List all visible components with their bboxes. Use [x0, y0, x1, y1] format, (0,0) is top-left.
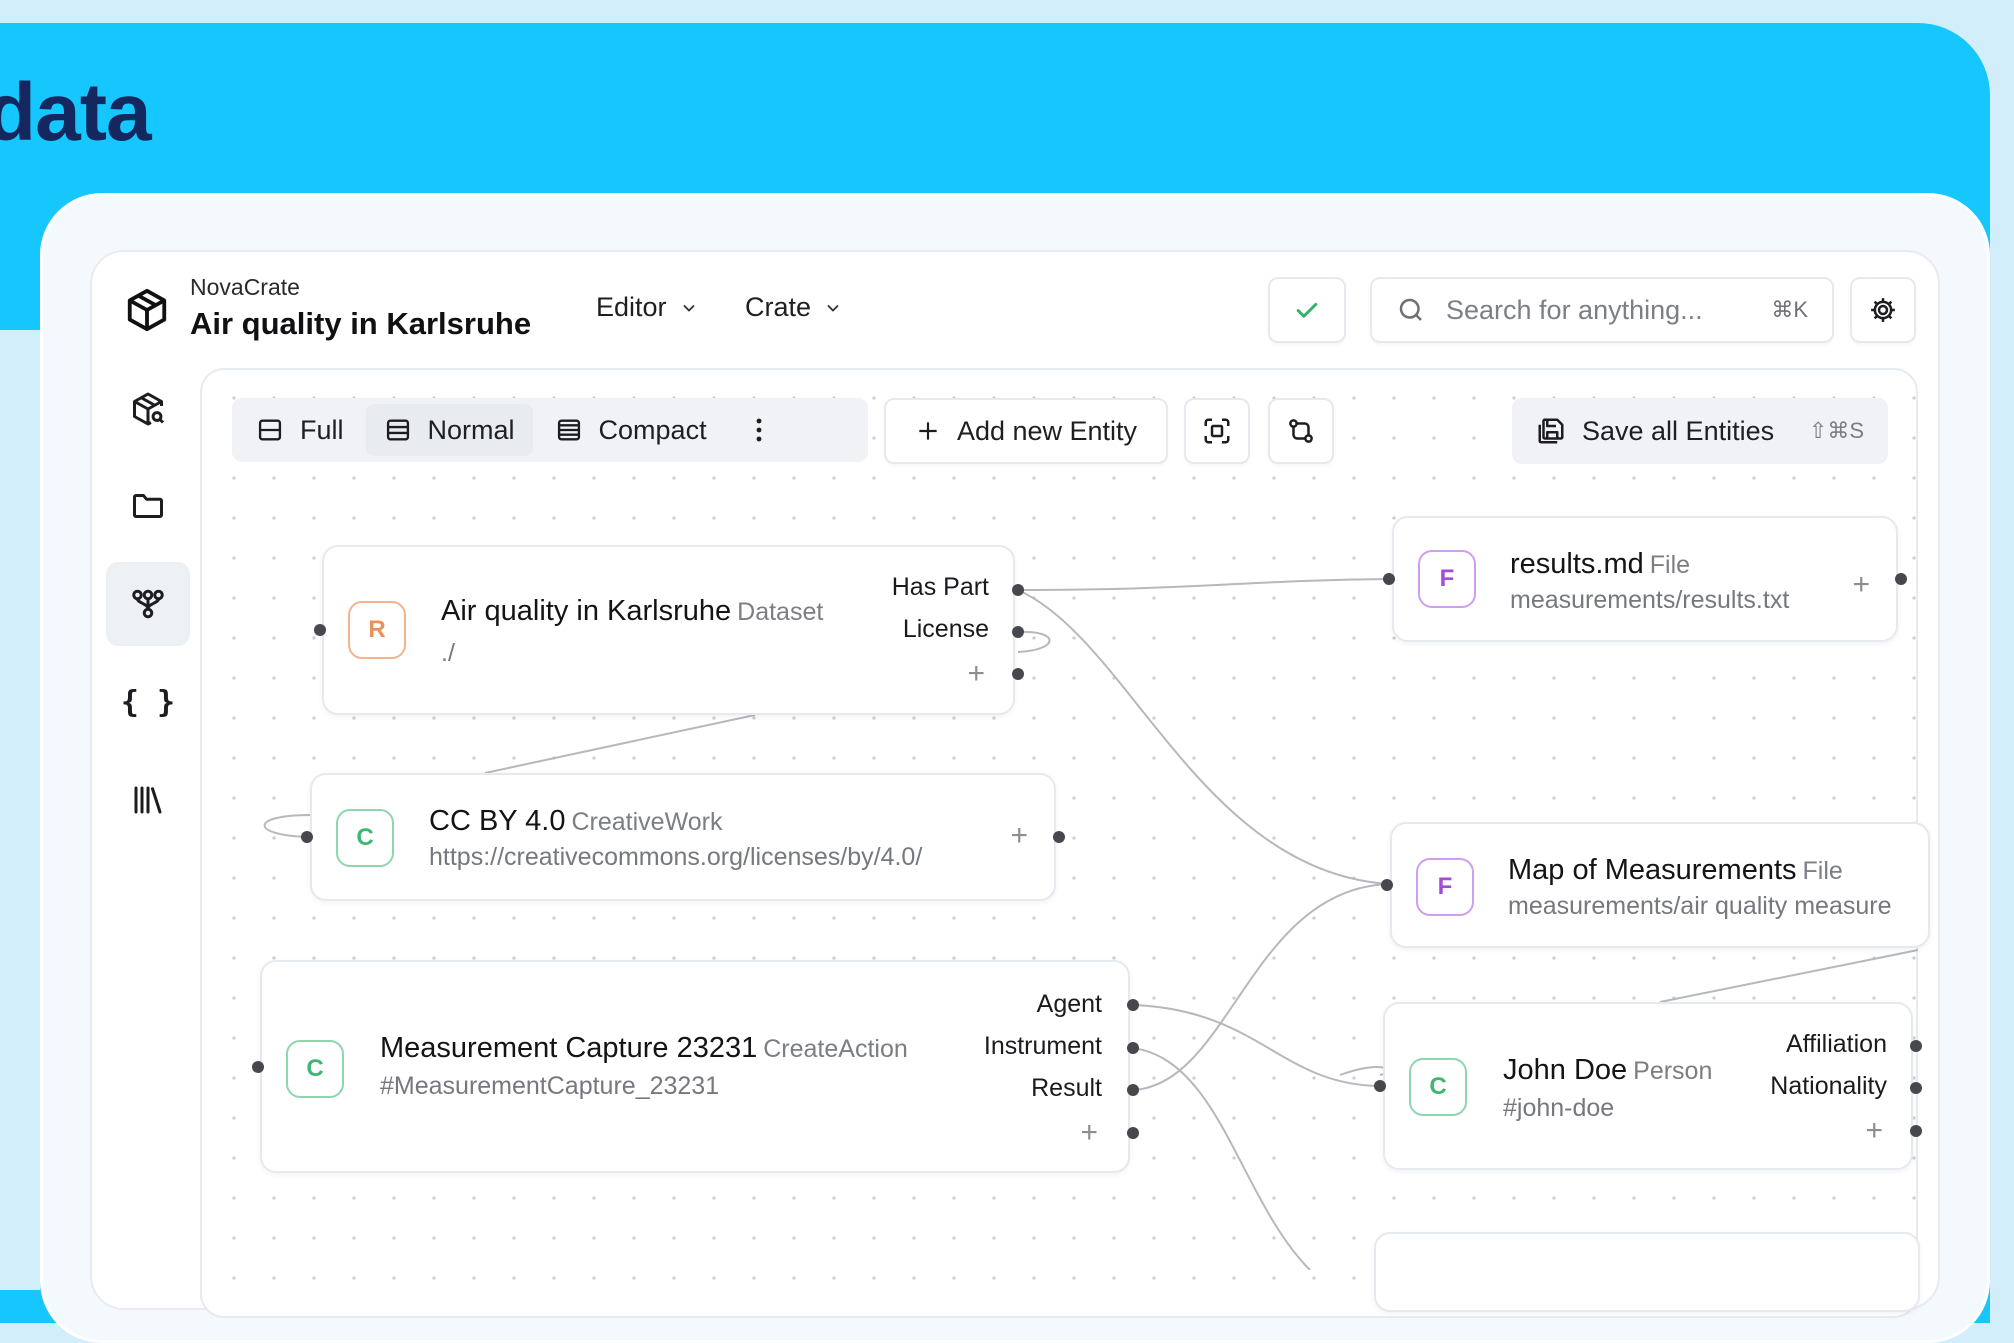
node-handle-in[interactable] [1383, 573, 1395, 585]
entity-type: CreativeWork [571, 808, 723, 836]
property-agent[interactable]: Agent [1037, 990, 1102, 1019]
entity-type: Dataset [737, 598, 824, 626]
entity-title: CC BY 4.0 CreativeWork [429, 805, 722, 838]
node-handle-in[interactable] [301, 831, 313, 843]
entity-name: Measurement Capture 23231 [380, 1032, 758, 1064]
add-property-button[interactable]: + [1010, 821, 1028, 851]
entity-title: Map of Measurements File [1508, 854, 1843, 887]
node-handle-out[interactable] [1910, 1125, 1922, 1137]
entity-id: ./ [441, 639, 455, 667]
node-handle-out[interactable] [1053, 831, 1065, 843]
node-handle-out[interactable] [1012, 626, 1024, 638]
node-handle-out[interactable] [1127, 1084, 1139, 1096]
add-property-button[interactable]: + [1865, 1116, 1883, 1146]
node-handle-out[interactable] [1127, 999, 1139, 1011]
entity-name: Air quality in Karlsruhe [441, 595, 732, 627]
property-has-part[interactable]: Has Part [892, 573, 989, 602]
edge-haspart-map [1017, 589, 1389, 885]
add-property-button[interactable]: + [967, 659, 985, 689]
node-handle-out[interactable] [1012, 668, 1024, 680]
entity-node-license[interactable]: C CC BY 4.0 CreativeWork https://creative… [310, 773, 1056, 901]
entity-type: CreateAction [763, 1035, 908, 1063]
entity-name: Map of Measurements [1508, 854, 1797, 886]
entity-title: results.md File [1510, 548, 1690, 581]
entity-badge: C [336, 809, 394, 867]
entity-name: CC BY 4.0 [429, 805, 566, 837]
property-nationality[interactable]: Nationality [1770, 1072, 1887, 1101]
node-handle-out[interactable] [1012, 584, 1024, 596]
entity-badge: F [1416, 858, 1474, 916]
entity-node-file-results[interactable]: F results.md File measurements/results.tx… [1392, 516, 1898, 642]
edge-result-map [1132, 883, 1389, 1091]
node-handle-in[interactable] [1374, 1080, 1386, 1092]
entity-badge: F [1418, 550, 1476, 608]
entity-id: measurements/air quality measure [1508, 892, 1892, 920]
entity-id: #john-doe [1503, 1094, 1615, 1122]
entity-name: results.md [1510, 548, 1644, 580]
entity-node-dataset[interactable]: R Air quality in Karlsruhe Dataset ./ Has… [322, 545, 1015, 715]
property-instrument[interactable]: Instrument [984, 1032, 1102, 1061]
property-affiliation[interactable]: Affiliation [1786, 1030, 1887, 1059]
entity-id: measurements/results.txt [1510, 586, 1790, 614]
node-handle-out[interactable] [1895, 573, 1907, 585]
entity-type: File [1802, 857, 1843, 885]
property-license[interactable]: License [903, 615, 989, 644]
entity-badge: C [286, 1040, 344, 1098]
node-handle-in[interactable] [1381, 879, 1393, 891]
entity-node-partial[interactable] [1374, 1232, 1920, 1312]
edge-haspart-results [1017, 578, 1391, 591]
node-handle-out[interactable] [1127, 1127, 1139, 1139]
property-result[interactable]: Result [1031, 1074, 1102, 1103]
entity-title: Air quality in Karlsruhe Dataset [441, 595, 823, 628]
entity-name: John Doe [1503, 1054, 1628, 1086]
node-handle-out[interactable] [1910, 1040, 1922, 1052]
entity-node-person[interactable]: C John Doe Person #john-doe Affiliation N… [1383, 1002, 1913, 1170]
edge-person-affiliation [1339, 1066, 1389, 1076]
entity-badge: R [348, 601, 406, 659]
entity-node-file-map[interactable]: F Map of Measurements File measurements/a… [1390, 822, 1930, 948]
node-handle-out[interactable] [1127, 1042, 1139, 1054]
entity-id: #MeasurementCapture_23231 [380, 1072, 720, 1100]
entity-title: John Doe Person [1503, 1054, 1712, 1087]
node-handle-out[interactable] [1910, 1082, 1922, 1094]
entity-type: Person [1633, 1057, 1713, 1085]
entity-type: File [1649, 551, 1691, 579]
entity-title: Measurement Capture 23231 CreateAction [380, 1032, 908, 1065]
edge-map-person [1659, 949, 1919, 1003]
entity-badge: C [1409, 1058, 1467, 1116]
entity-id: https://creativecommons.org/licenses/by/… [429, 843, 923, 871]
edge-dataset-ccby [484, 714, 756, 774]
edge-instrument-down [1132, 1047, 1311, 1270]
node-handle-in[interactable] [252, 1061, 264, 1073]
entity-node-createaction[interactable]: C Measurement Capture 23231 CreateAction … [260, 960, 1130, 1173]
add-property-button[interactable]: + [1080, 1118, 1098, 1148]
node-handle-in[interactable] [314, 624, 326, 636]
add-property-button[interactable]: + [1852, 570, 1870, 600]
